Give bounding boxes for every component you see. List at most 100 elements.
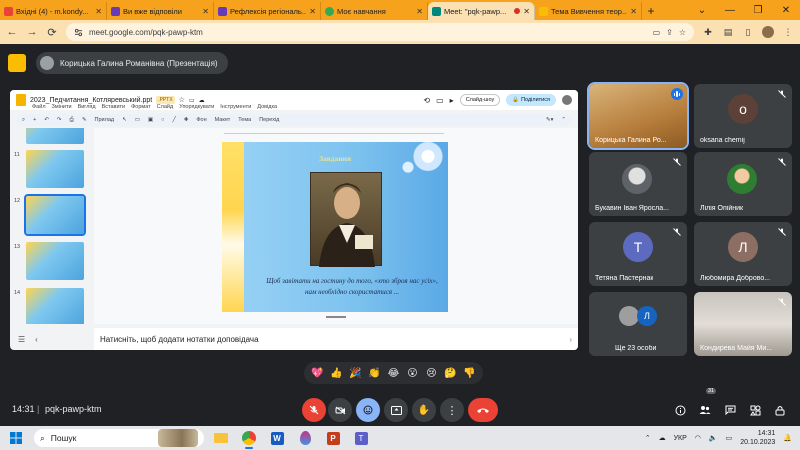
slide-canvas[interactable]: Завдання Щоб завітати на гостину до того…	[94, 128, 578, 324]
present-button[interactable]	[384, 398, 408, 422]
close-icon[interactable]: ✕	[630, 7, 637, 16]
shared-screen[interactable]: 2023_Педчитання_Котляревський.ppt .PPTX …	[10, 90, 578, 350]
site-info-icon[interactable]	[74, 28, 83, 37]
video-call-icon[interactable]: ▸	[450, 96, 454, 105]
menu-item[interactable]: Файл	[32, 104, 46, 110]
chevron-right-icon[interactable]: ›	[569, 335, 572, 344]
image-icon[interactable]: ▣	[148, 117, 153, 123]
cloud-icon[interactable]: ☁	[659, 434, 666, 442]
more-participants-tile[interactable]: Л Ще 23 особи	[589, 292, 687, 356]
menu-item[interactable]: Формат	[131, 104, 151, 110]
reaction-surprised[interactable]: 😮	[405, 366, 420, 381]
reaction-party[interactable]: 🎉	[348, 366, 363, 381]
participant-tile[interactable]: Букавин Іван Яросла...	[589, 152, 687, 216]
language-indicator[interactable]: УКР	[674, 435, 687, 442]
slideshow-button[interactable]: Слайд-шоу	[459, 94, 501, 106]
chevron-left-icon[interactable]: ‹	[35, 335, 38, 344]
bookmark-star-icon[interactable]: ☆	[679, 28, 686, 37]
browser-tab-gmail[interactable]: Вхідні (4) - m.kondy... ✕	[0, 2, 107, 20]
theme-button[interactable]: Тема	[238, 117, 251, 123]
notification-bell-icon[interactable]: 🔔	[783, 434, 792, 442]
background-button[interactable]: Фон	[196, 117, 206, 123]
current-slide[interactable]: Завдання Щоб завітати на гостину до того…	[222, 142, 448, 312]
menu-item[interactable]: Інструменти	[220, 104, 251, 110]
reaction-thinking[interactable]: 🤔	[443, 366, 458, 381]
participant-tile[interactable]: Л Любомира Доброво...	[694, 222, 792, 286]
slide-thumbnail[interactable]: 11	[14, 150, 92, 190]
camera-permission-icon[interactable]: ▭	[653, 28, 661, 37]
slide-thumbnail[interactable]: 13	[14, 242, 92, 282]
slide-quote[interactable]: Щоб завітати на гостину до того, «хто зб…	[262, 276, 442, 298]
resize-handle[interactable]	[326, 316, 346, 318]
paint-format-icon[interactable]: ✎	[82, 117, 87, 123]
edit-mode-icon[interactable]: ✎▾	[546, 117, 553, 123]
profile-avatar[interactable]	[762, 26, 774, 38]
menu-kebab-icon[interactable]: ⋮	[782, 27, 794, 38]
close-icon[interactable]: ✕	[523, 7, 530, 16]
layout-button[interactable]: Макет	[215, 117, 231, 123]
participant-tile[interactable]: Кондирева Майя Ми...	[694, 292, 792, 356]
windows-start-button[interactable]	[4, 426, 28, 450]
shape-icon[interactable]: ○	[161, 117, 164, 123]
volume-icon[interactable]: 🔈	[709, 434, 718, 442]
reaction-thumbs-up[interactable]: 👍	[329, 366, 344, 381]
menu-item[interactable]: Вигляд	[78, 104, 96, 110]
slide-title[interactable]: Завдання	[222, 154, 448, 163]
share-icon[interactable]: ⇪	[666, 28, 673, 37]
star-icon[interactable]: ☆	[179, 96, 185, 104]
line-icon[interactable]: ╱	[172, 117, 175, 123]
cloud-icon[interactable]: ☁	[199, 97, 205, 104]
add-slide-icon[interactable]: +	[33, 117, 36, 123]
chevron-up-icon[interactable]: ⌃	[561, 117, 566, 123]
emoji-button[interactable]	[356, 398, 380, 422]
sidepanel-icon[interactable]: ▯	[742, 27, 754, 38]
cursor-icon[interactable]: ↖	[122, 117, 127, 123]
browser-tab-reflection[interactable]: Рефлексія регіональ... ✕	[214, 2, 321, 20]
host-controls-button[interactable]	[772, 402, 788, 418]
people-button[interactable]	[697, 402, 713, 418]
share-button[interactable]: 🔒 Поділитися	[506, 94, 556, 106]
close-icon[interactable]: ✕	[309, 7, 316, 16]
reaction-thumbs-down[interactable]: 👎	[462, 366, 477, 381]
menu-item[interactable]: Слайд	[157, 104, 174, 110]
history-icon[interactable]: ⟲	[423, 96, 430, 105]
chrome-app[interactable]	[238, 427, 260, 449]
meeting-info-button[interactable]	[672, 402, 688, 418]
undo-icon[interactable]: ↶	[44, 117, 49, 123]
raise-hand-button[interactable]: ✋	[412, 398, 436, 422]
speaker-notes[interactable]: Натисніть, щоб додати нотатки доповідача…	[94, 328, 578, 350]
powerpoint-app[interactable]: P	[322, 427, 344, 449]
forward-button[interactable]: →	[26, 26, 38, 38]
file-title[interactable]: 2023_Педчитання_Котляревський.ppt	[30, 97, 152, 104]
slide-thumbnail-selected[interactable]: 12	[14, 194, 92, 236]
menu-item[interactable]: Упорядкувати	[179, 104, 214, 110]
new-tab-button[interactable]: +	[642, 2, 660, 20]
slide-thumbnail[interactable]: 14	[14, 288, 92, 324]
participant-tile[interactable]: o oksana chemij	[694, 84, 792, 148]
reaction-clap[interactable]: 👏	[367, 366, 382, 381]
browser-tab-meet[interactable]: Meet: "pqk-pawp... ✕	[428, 2, 535, 20]
slide-thumbnail[interactable]	[14, 128, 92, 146]
close-icon[interactable]: ✕	[95, 7, 102, 16]
chevron-up-icon[interactable]: ⌃	[645, 434, 651, 442]
close-window-button[interactable]: ✕	[772, 0, 800, 20]
close-icon[interactable]: ✕	[202, 7, 209, 16]
word-app[interactable]: W	[266, 427, 288, 449]
camera-toggle-button[interactable]	[328, 398, 352, 422]
participant-tile[interactable]: Корицька Галина Ро...	[587, 82, 689, 150]
grid-view-icon[interactable]: ☰	[18, 335, 25, 344]
chat-button[interactable]	[722, 402, 738, 418]
mic-toggle-button[interactable]	[302, 398, 326, 422]
minimize-button[interactable]: —	[716, 0, 744, 20]
maximize-button[interactable]: ❐	[744, 0, 772, 20]
back-button[interactable]: ←	[6, 26, 18, 38]
participant-tile[interactable]: Т Тетяна Пастернак	[589, 222, 687, 286]
close-icon[interactable]: ✕	[416, 7, 423, 16]
droplet-app[interactable]	[294, 427, 316, 449]
portrait-image[interactable]	[310, 172, 382, 267]
comment-icon[interactable]: ▭	[436, 96, 444, 105]
slide-filmstrip[interactable]: 11 12 13 14	[14, 128, 92, 324]
menu-item[interactable]: Змінити	[52, 104, 72, 110]
browser-tab-my-learning[interactable]: Моє навчання ✕	[321, 2, 428, 20]
search-icon[interactable]: ⌕	[22, 117, 25, 124]
